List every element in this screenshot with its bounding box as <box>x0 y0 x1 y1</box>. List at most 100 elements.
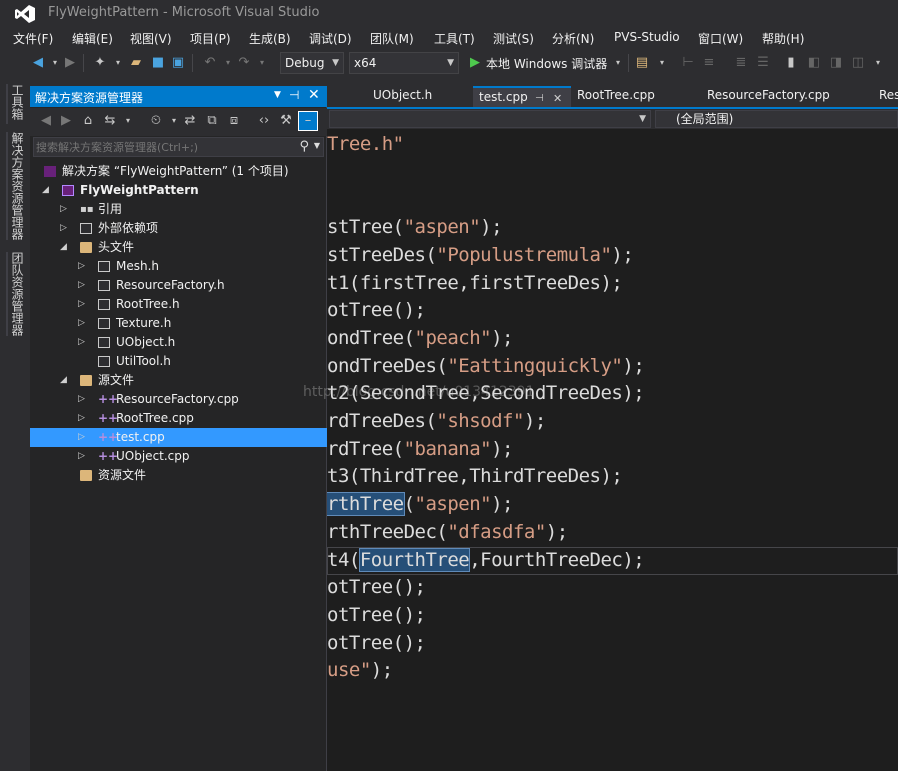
collapsed-arrow-icon[interactable]: ▷ <box>78 409 85 428</box>
find-in-files-icon[interactable]: ▤ <box>634 55 650 71</box>
search-icon[interactable]: ⚲ <box>299 139 309 154</box>
tree-item[interactable]: ▷ Texture.h <box>30 314 327 333</box>
uncomment-icon[interactable]: ☰ <box>755 55 771 71</box>
collapsed-arrow-icon[interactable]: ▷ <box>78 333 85 352</box>
members-dropdown[interactable]: (全局范围) <box>655 110 898 128</box>
debugger-dropdown-icon[interactable]: ▾ <box>610 55 626 71</box>
collapsed-arrow-icon[interactable]: ▷ <box>78 390 85 409</box>
menu-item[interactable]: 测试(S) <box>493 30 534 47</box>
menu-item[interactable]: 文件(F) <box>13 30 53 47</box>
solution-explorer-tab[interactable]: 解决方案资源管理器 <box>9 132 24 240</box>
preview-selected-items-icon[interactable]: – <box>298 111 318 131</box>
back-icon[interactable]: ◀ <box>30 55 46 71</box>
show-all-files-icon[interactable]: ⧈ <box>226 113 242 129</box>
pending-changes-filter-icon[interactable]: ⏲ <box>148 113 164 129</box>
menu-item[interactable]: 分析(N) <box>552 30 594 47</box>
save-all-icon[interactable]: ▣ <box>170 55 186 71</box>
tree-item[interactable]: 解决方案 “FlyWeightPattern” (1 个项目) <box>30 162 327 181</box>
toolbox-tab[interactable]: 工具箱 <box>9 84 24 120</box>
solution-configuration-dropdown[interactable]: Debug ▼ <box>280 52 344 74</box>
undo-icon[interactable]: ↶ <box>202 55 218 71</box>
next-bookmark-icon[interactable]: ◨ <box>828 55 844 71</box>
collapsed-arrow-icon[interactable]: ▷ <box>78 257 85 276</box>
save-icon[interactable]: ■ <box>150 55 166 71</box>
team-explorer-tab[interactable]: 团队资源管理器 <box>9 252 24 336</box>
tree-item[interactable]: UtilTool.h <box>30 352 327 371</box>
collapsed-arrow-icon[interactable]: ▷ <box>60 219 67 238</box>
find-dropdown-icon[interactable]: ▾ <box>654 55 670 71</box>
tab-uobject-h[interactable]: UObject.h <box>367 86 463 107</box>
redo-dropdown-icon[interactable]: ▾ <box>254 55 270 71</box>
start-debugging-icon[interactable]: ▶ <box>467 55 483 71</box>
tree-item[interactable]: ▷ ResourceFactory.h <box>30 276 327 295</box>
menu-item[interactable]: PVS-Studio <box>614 30 680 44</box>
switch-views-dropdown-icon[interactable]: ▾ <box>120 113 136 129</box>
redo-icon[interactable]: ↷ <box>236 55 252 71</box>
collapsed-arrow-icon[interactable]: ▷ <box>78 447 85 466</box>
menu-item[interactable]: 编辑(E) <box>72 30 113 47</box>
tab-test-cpp[interactable]: test.cpp ⊣ ✕ <box>473 86 571 107</box>
home-icon[interactable]: ⌂ <box>80 113 96 129</box>
tree-item[interactable]: ◢ 头文件 <box>30 238 327 257</box>
toolbar-overflow-icon[interactable]: ▾ <box>870 55 886 71</box>
bookmark-icon[interactable]: ▮ <box>783 55 799 71</box>
tree-item[interactable]: ▷ RootTree.h <box>30 295 327 314</box>
start-debugging-button[interactable]: 本地 Windows 调试器 <box>486 55 607 72</box>
back-dropdown-icon[interactable]: ▾ <box>47 55 63 71</box>
indent-icon[interactable]: ≡ <box>701 55 717 71</box>
back-icon[interactable]: ◀ <box>38 113 54 129</box>
menu-item[interactable]: 团队(M) <box>370 30 414 47</box>
collapsed-arrow-icon[interactable]: ▷ <box>78 295 85 314</box>
tree-item[interactable]: ▷ ++ ResourceFactory.cpp <box>30 390 327 409</box>
filter-dropdown-icon[interactable]: ▾ <box>166 113 182 129</box>
collapse-all-icon[interactable]: ⧉ <box>204 113 220 129</box>
window-position-icon[interactable]: ▼ <box>274 90 281 100</box>
menu-item[interactable]: 调试(D) <box>309 30 352 47</box>
code-editor[interactable]: Tree.h" stTree("aspen"); stTreeDes("Populu… <box>327 129 898 771</box>
close-icon[interactable]: ✕ <box>553 89 562 108</box>
search-options-dropdown-icon[interactable]: ▼ <box>314 141 320 150</box>
tree-item[interactable]: ◢ 源文件 <box>30 371 327 390</box>
tree-item[interactable]: ▷ ++ UObject.cpp <box>30 447 327 466</box>
menu-item[interactable]: 视图(V) <box>130 30 172 47</box>
tab-roottree-cpp[interactable]: RootTree.cpp <box>571 86 685 107</box>
search-input[interactable] <box>36 139 296 155</box>
switch-views-icon[interactable]: ⇆ <box>102 113 118 129</box>
clear-bookmarks-icon[interactable]: ◫ <box>850 55 866 71</box>
tree-item[interactable]: ▷ UObject.h <box>30 333 327 352</box>
menu-item[interactable]: 窗口(W) <box>698 30 743 47</box>
prev-bookmark-icon[interactable]: ◧ <box>806 55 822 71</box>
tree-item[interactable]: ▷ Mesh.h <box>30 257 327 276</box>
collapsed-arrow-icon[interactable]: ▷ <box>78 314 85 333</box>
new-dropdown-icon[interactable]: ▾ <box>110 55 126 71</box>
menu-item[interactable]: 项目(P) <box>190 30 231 47</box>
collapsed-arrow-icon[interactable]: ▷ <box>78 428 85 447</box>
open-file-icon[interactable]: ▰ <box>128 55 144 71</box>
step-icon[interactable]: ⊢ <box>680 55 696 71</box>
expanded-arrow-icon[interactable]: ◢ <box>42 181 49 200</box>
menu-item[interactable]: 生成(B) <box>249 30 291 47</box>
tree-item[interactable]: ▷ ▪▪ 引用 <box>30 200 327 219</box>
solution-search-box[interactable]: ⚲ ▼ <box>33 137 324 157</box>
forward-icon[interactable]: ▶ <box>58 113 74 129</box>
tree-item[interactable]: ▷ ++ test.cpp <box>30 428 327 447</box>
menu-item[interactable]: 工具(T) <box>434 30 475 47</box>
comment-icon[interactable]: ≣ <box>733 55 749 71</box>
collapsed-arrow-icon[interactable]: ▷ <box>60 200 67 219</box>
forward-icon[interactable]: ▶ <box>62 55 78 71</box>
menu-item[interactable]: 帮助(H) <box>762 30 804 47</box>
properties-icon[interactable]: ⚒ <box>278 113 294 129</box>
tree-item[interactable]: 资源文件 <box>30 466 327 485</box>
undo-dropdown-icon[interactable]: ▾ <box>220 55 236 71</box>
tree-item[interactable]: ◢ FlyWeightPattern <box>30 181 327 200</box>
tab-resourcefactory-cpp[interactable]: ResourceFactory.cpp <box>701 86 861 107</box>
tab-overflow[interactable]: Reso <box>873 86 898 107</box>
auto-hide-pin-icon[interactable]: ⊣ <box>289 88 299 102</box>
tree-item[interactable]: ▷ 外部依赖项 <box>30 219 327 238</box>
sync-with-document-icon[interactable]: ⇄ <box>182 113 198 129</box>
expanded-arrow-icon[interactable]: ◢ <box>60 371 67 390</box>
types-dropdown[interactable]: ▼ <box>329 110 651 128</box>
expanded-arrow-icon[interactable]: ◢ <box>60 238 67 257</box>
new-project-icon[interactable]: ✦ <box>92 55 108 71</box>
close-icon[interactable]: ✕ <box>308 87 320 103</box>
